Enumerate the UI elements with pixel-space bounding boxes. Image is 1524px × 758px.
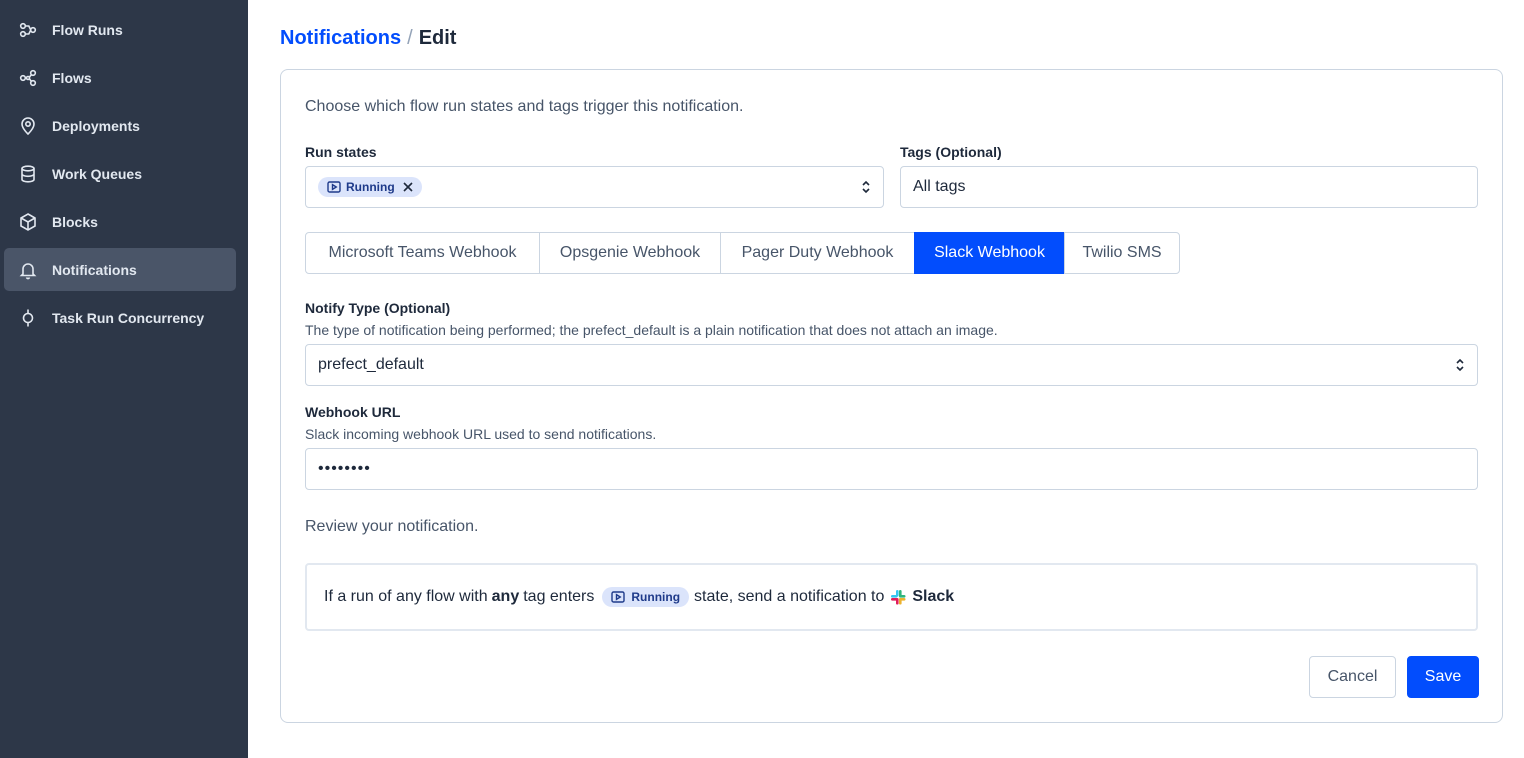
state-tag-label: Running (346, 180, 395, 194)
notification-form-card: Choose which flow run states and tags tr… (280, 69, 1503, 723)
cancel-button[interactable]: Cancel (1309, 656, 1396, 698)
webhook-url-input[interactable]: •••••••• (305, 448, 1478, 490)
summary-middle: state, send a notification to (694, 588, 885, 605)
tab-twilio-sms[interactable]: Twilio SMS (1064, 232, 1180, 274)
bell-icon (18, 260, 38, 280)
sidebar-item-label: Flows (52, 69, 92, 86)
sidebar-item-label: Work Queues (52, 165, 142, 182)
chevron-updown-icon (861, 180, 871, 194)
deployments-icon (18, 116, 38, 136)
play-icon (611, 591, 626, 603)
notify-type-value: prefect_default (318, 356, 424, 373)
summary-state-label: Running (631, 590, 681, 604)
review-heading: Review your notification. (305, 518, 479, 535)
sidebar-item-notifications[interactable]: Notifications (4, 248, 236, 291)
sidebar-item-task-run-concurrency[interactable]: Task Run Concurrency (4, 296, 236, 339)
summary-state-badge: Running (602, 587, 690, 607)
state-tag-running: Running (318, 177, 422, 197)
tab-microsoft-teams-webhook[interactable]: Microsoft Teams Webhook (305, 232, 540, 274)
notify-type-label: Notify Type (Optional) (305, 300, 451, 316)
run-states-label: Run states (305, 144, 377, 160)
webhook-url-value: •••••••• (318, 460, 371, 477)
sidebar-item-flow-runs[interactable]: Flow Runs (4, 8, 236, 51)
flows-icon (18, 68, 38, 88)
tags-input[interactable]: All tags (900, 166, 1478, 208)
blocks-icon (18, 212, 38, 232)
summary-tag-text: tag enters (523, 588, 595, 605)
sidebar-item-label: Blocks (52, 213, 98, 230)
summary-destination: Slack (912, 588, 955, 605)
tags-input-placeholder: All tags (913, 178, 966, 195)
sidebar-item-label: Flow Runs (52, 21, 123, 38)
main-content: Notifications / Edit Choose which flow run… (248, 0, 1524, 758)
tab-slack-webhook[interactable]: Slack Webhook (914, 232, 1065, 274)
sidebar-item-label: Task Run Concurrency (52, 309, 205, 326)
save-button[interactable]: Save (1407, 656, 1479, 698)
block-type-tabs: Microsoft Teams Webhook Opsgenie Webhook… (305, 232, 1180, 274)
notification-summary: If a run of any flow with any tag enters… (305, 563, 1478, 631)
task-run-concurrency-icon (18, 308, 38, 328)
form-intro: Choose which flow run states and tags tr… (305, 98, 744, 115)
tab-opsgenie-webhook[interactable]: Opsgenie Webhook (539, 232, 721, 274)
tab-pager-duty-webhook[interactable]: Pager Duty Webhook (720, 232, 915, 274)
notify-type-description: The type of notification being performed… (305, 322, 998, 338)
summary-emphasis: any (491, 588, 520, 605)
sidebar-item-label: Deployments (52, 117, 140, 134)
breadcrumb-link-notifications[interactable]: Notifications (280, 27, 401, 49)
run-states-select[interactable]: Running (305, 166, 884, 208)
webhook-url-description: Slack incoming webhook URL used to send … (305, 426, 657, 442)
breadcrumb: Notifications / Edit (280, 27, 456, 50)
sidebar-item-deployments[interactable]: Deployments (4, 104, 236, 147)
sidebar-item-flows[interactable]: Flows (4, 56, 236, 99)
play-icon (327, 181, 341, 193)
work-queues-icon (18, 164, 38, 184)
remove-tag-icon[interactable] (402, 181, 414, 193)
page-title: Edit (418, 27, 457, 49)
slack-logo-icon (890, 589, 906, 605)
sidebar-item-work-queues[interactable]: Work Queues (4, 152, 236, 195)
webhook-url-label: Webhook URL (305, 404, 401, 420)
flow-runs-icon (18, 20, 38, 40)
sidebar-item-label: Notifications (52, 261, 137, 278)
chevron-updown-icon (1455, 358, 1465, 372)
tags-label: Tags (Optional) (900, 144, 1002, 160)
sidebar-item-blocks[interactable]: Blocks (4, 200, 236, 243)
notify-type-select[interactable]: prefect_default (305, 344, 1478, 386)
sidebar: Flow Runs Flows Deployments Work Queues … (0, 0, 248, 758)
breadcrumb-separator: / (407, 27, 413, 49)
summary-prefix: If a run of any flow with (324, 588, 488, 605)
